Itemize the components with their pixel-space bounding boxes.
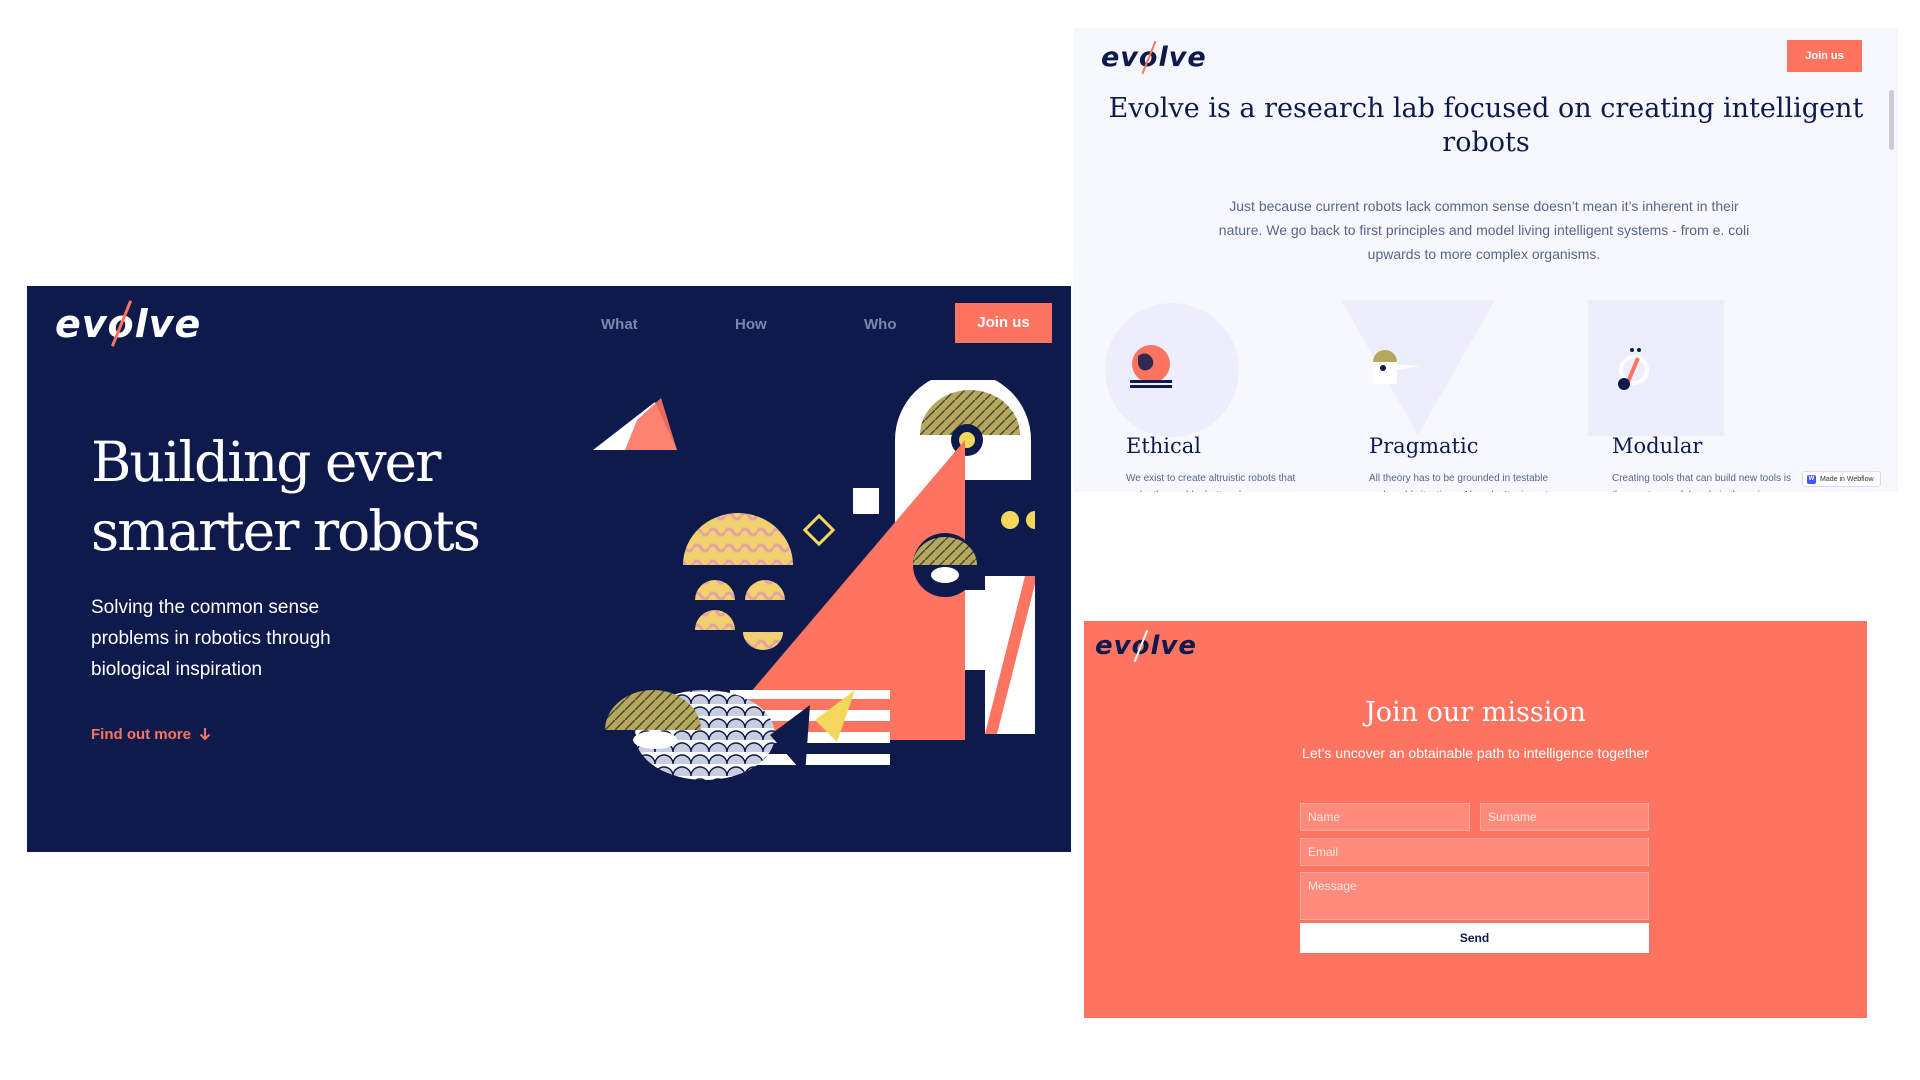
join-title: Join our mission xyxy=(1364,697,1587,728)
tool-icon xyxy=(1618,348,1649,390)
feature-text: All theory has to be grounded in testabl… xyxy=(1369,473,1549,492)
surname-field[interactable] xyxy=(1480,803,1649,831)
hero-title: Building ever smarter robots xyxy=(91,430,481,563)
feature-text: Creating tools that can build new tools … xyxy=(1612,473,1791,492)
webflow-icon: W xyxy=(1807,475,1816,484)
about-title: Evolve is a research lab focused on crea… xyxy=(1108,93,1864,158)
square-background xyxy=(1588,300,1724,436)
nav-who[interactable]: Who xyxy=(864,316,896,333)
nav-how[interactable]: How xyxy=(735,316,767,333)
made-in-webflow-badge[interactable]: W Made in Webflow xyxy=(1802,471,1881,487)
find-out-more-label: Find out more xyxy=(91,726,191,743)
evolve-logo[interactable]: evolve xyxy=(1095,631,1197,661)
robot-face-illustration xyxy=(593,380,1035,780)
feature-title: Ethical xyxy=(1126,434,1202,458)
nav-what[interactable]: What xyxy=(601,316,638,333)
join-panel: evolve Join our mission Let’s uncover an… xyxy=(1084,621,1867,1018)
bird-icon xyxy=(1373,350,1421,384)
scrollbar[interactable] xyxy=(1889,90,1894,150)
about-text: Just because current robots lack common … xyxy=(1218,198,1750,262)
message-field[interactable] xyxy=(1300,872,1649,920)
globe-icon xyxy=(1130,345,1172,388)
join-us-button[interactable]: Join us xyxy=(955,303,1052,343)
send-button[interactable]: Send xyxy=(1300,923,1649,953)
badge-label: Made in Webflow xyxy=(1820,476,1874,483)
feature-title: Modular xyxy=(1612,434,1703,458)
join-us-button[interactable]: Join us xyxy=(1787,40,1862,72)
about-panel: evolve Join us Evolve is a research lab … xyxy=(1074,28,1898,492)
find-out-more-link[interactable]: Find out more xyxy=(91,726,211,743)
hero-subtitle: Solving the common sense problems in rob… xyxy=(91,597,331,680)
name-field[interactable] xyxy=(1300,803,1470,831)
arrow-down-icon xyxy=(199,728,211,741)
join-subtitle: Let’s uncover an obtainable path to inte… xyxy=(1302,745,1649,761)
evolve-logo[interactable]: evolve xyxy=(1101,42,1207,73)
email-field[interactable] xyxy=(1300,838,1649,866)
feature-text: We exist to create altruistic robots tha… xyxy=(1126,473,1296,492)
feature-title: Pragmatic xyxy=(1369,434,1479,458)
evolve-logo[interactable]: evolve xyxy=(55,302,201,346)
hero-panel: evolve What How Who Join us Building eve… xyxy=(27,286,1071,852)
